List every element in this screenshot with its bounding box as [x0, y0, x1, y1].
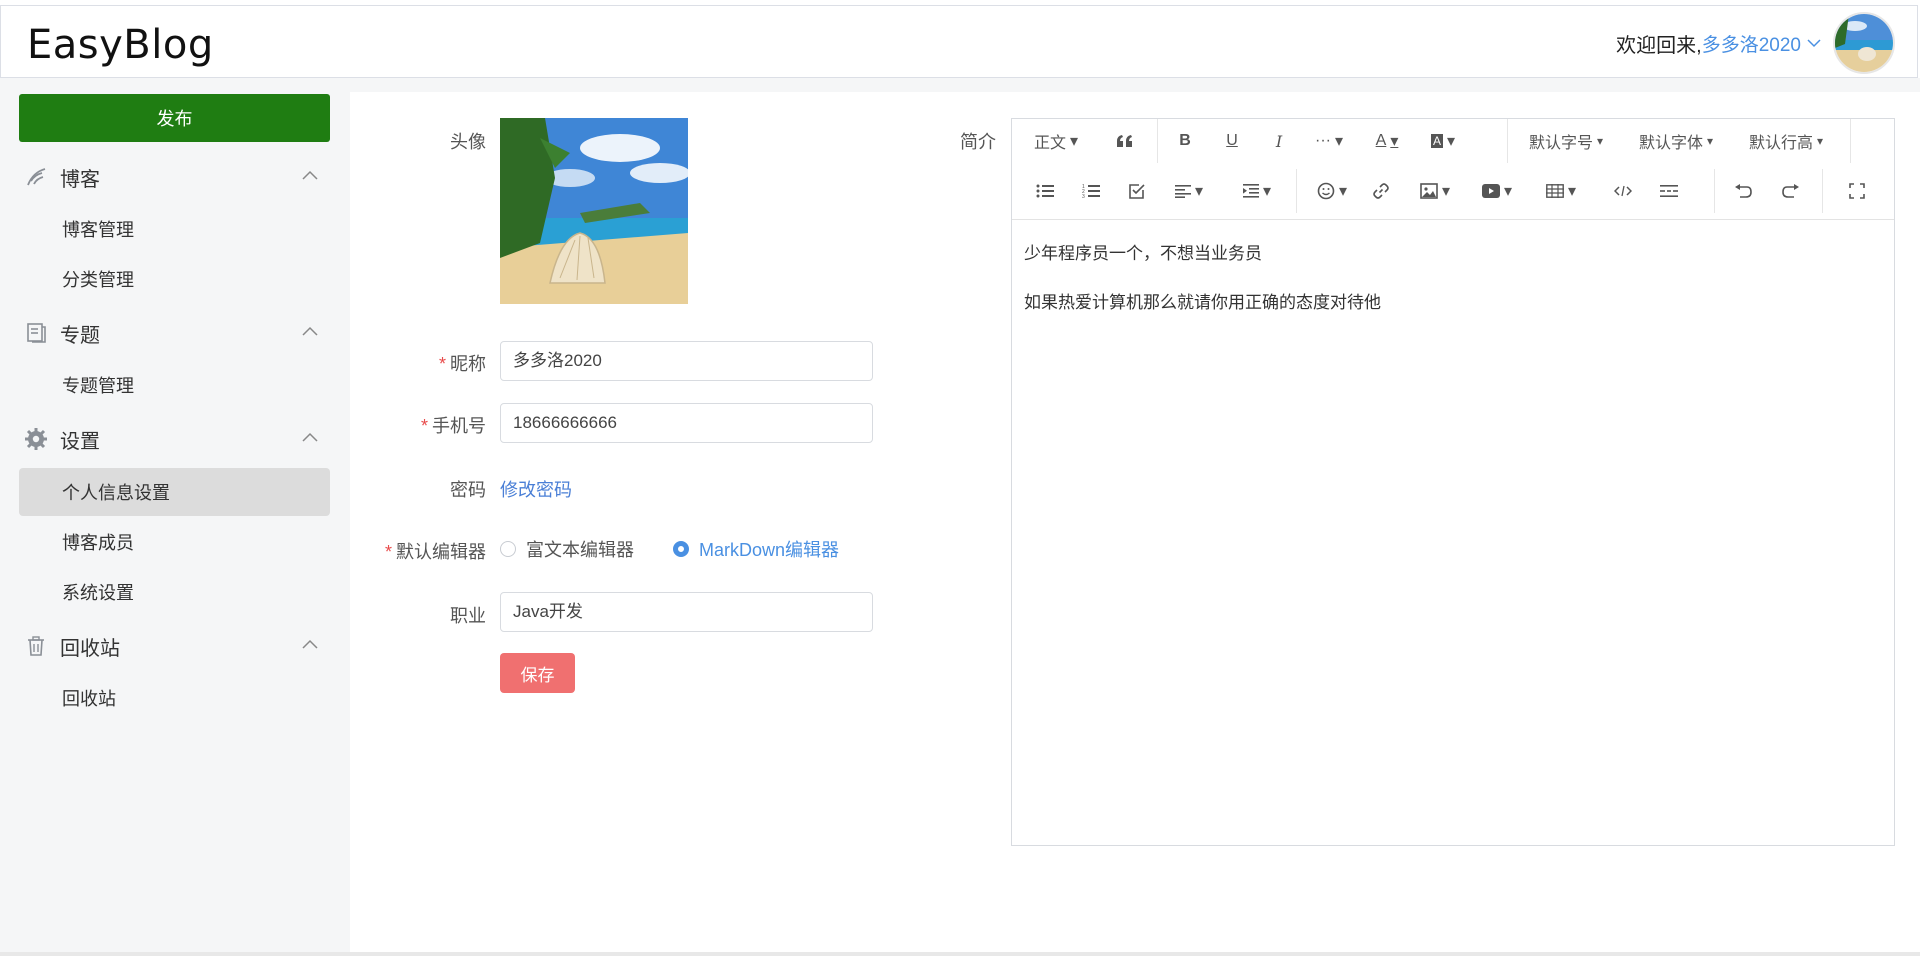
editor-paragraph: 少年程序员一个，不想当业务员 — [1024, 244, 1262, 263]
sidebar-item-recycle-bin[interactable]: 回收站 — [19, 674, 330, 722]
bullet-list-icon[interactable] — [1030, 169, 1060, 213]
blog-icon — [27, 168, 46, 186]
editor-toolbar: 正文 ▾ B U I ··· ▾ A ▾ A ▾ 默认字号 ▾ 默认字体 ▾ 默认行高 ▾ 1… — [1012, 119, 1894, 220]
phone-field[interactable]: 18666666666 — [500, 403, 873, 443]
sidebar-item-label: 个人信息设置 — [62, 483, 170, 503]
sidebar-item-label: 专题管理 — [62, 376, 134, 396]
font-color-icon[interactable]: A ▾ — [1368, 119, 1406, 163]
sidebar-item-label: 博客管理 — [62, 220, 134, 240]
table-icon[interactable]: ▾ — [1542, 169, 1580, 213]
redo-icon[interactable] — [1776, 169, 1806, 213]
chevron-up-icon — [302, 432, 318, 442]
bold-icon[interactable]: B — [1168, 119, 1202, 163]
save-button[interactable]: 保存 — [500, 653, 575, 693]
bottom-scrollbar[interactable] — [0, 952, 1920, 956]
app-logo: EasyBlog — [27, 22, 214, 68]
line-height-dropdown[interactable]: 默认行高 ▾ — [1744, 119, 1828, 163]
default-editor-label: * 默认编辑器 — [384, 542, 486, 562]
sidebar-group-title: 设置 — [60, 430, 100, 453]
sidebar-item-label: 分类管理 — [62, 270, 134, 290]
username-dropdown[interactable]: 多多洛2020 — [1702, 30, 1801, 57]
topic-icon — [27, 323, 46, 343]
indent-icon[interactable]: ▾ — [1238, 169, 1276, 213]
publish-button[interactable]: 发布 — [19, 94, 330, 142]
phone-label: * 手机号 — [420, 416, 486, 436]
avatar-upload[interactable] — [500, 118, 688, 304]
sidebar-group-blog[interactable]: 博客 — [0, 152, 350, 202]
sidebar-item-category-manage[interactable]: 分类管理 — [19, 255, 330, 303]
todo-checkbox-icon[interactable] — [1122, 169, 1152, 213]
emoji-icon[interactable]: ▾ — [1314, 169, 1350, 213]
chevron-up-icon — [302, 639, 318, 649]
change-password-link[interactable]: 修改密码 — [500, 476, 572, 502]
editor-paragraph: 如果热爱计算机那么就请你用正确的态度对待他 — [1024, 293, 1381, 312]
job-label: 职业 — [450, 606, 486, 626]
italic-icon[interactable]: I — [1262, 119, 1296, 163]
sidebar-group-topic[interactable]: 专题 — [0, 308, 350, 358]
intro-label: 简介 — [960, 132, 996, 152]
sidebar-item-label: 回收站 — [62, 689, 116, 709]
radio-circle[interactable] — [673, 541, 689, 557]
radio-circle[interactable] — [500, 541, 516, 557]
sidebar-group-title: 博客 — [60, 168, 100, 191]
more-style-icon[interactable]: ··· ▾ — [1310, 119, 1348, 163]
trash-icon — [28, 636, 44, 656]
sidebar-item-blog-manage[interactable]: 博客管理 — [19, 205, 330, 253]
top-header: EasyBlog 欢迎回来, 多多洛2020 — [0, 5, 1918, 78]
sidebar-group-recycle[interactable]: 回收站 — [0, 621, 350, 671]
radio-markdown-editor[interactable]: MarkDown编辑器 — [673, 536, 839, 562]
chevron-up-icon — [302, 326, 318, 336]
numbered-list-icon[interactable]: 123 — [1076, 169, 1106, 213]
font-size-dropdown[interactable]: 默认字号 ▾ — [1524, 119, 1608, 163]
main-top-strip — [350, 78, 1920, 92]
password-label: 密码 — [450, 480, 486, 500]
job-field[interactable]: Java开发 — [500, 592, 873, 632]
image-icon[interactable]: ▾ — [1416, 169, 1454, 213]
background-color-icon[interactable]: A ▾ — [1424, 119, 1462, 163]
undo-icon[interactable] — [1728, 169, 1758, 213]
fullscreen-icon[interactable] — [1842, 169, 1872, 213]
sidebar-item-profile-settings[interactable]: 个人信息设置 — [19, 468, 330, 516]
quote-icon[interactable] — [1108, 119, 1142, 163]
sidebar-group-title: 专题 — [60, 324, 100, 347]
nickname-label: * 昵称 — [438, 354, 486, 374]
sidebar-item-label: 系统设置 — [62, 583, 134, 603]
align-icon[interactable]: ▾ — [1170, 169, 1208, 213]
svg-text:3: 3 — [1082, 194, 1085, 199]
font-family-dropdown[interactable]: 默认字体 ▾ — [1634, 119, 1718, 163]
sidebar-item-topic-manage[interactable]: 专题管理 — [19, 361, 330, 409]
chevron-up-icon — [302, 170, 318, 180]
avatar[interactable] — [1833, 12, 1895, 74]
code-icon[interactable] — [1608, 169, 1638, 213]
user-area: 欢迎回来, 多多洛2020 — [1616, 12, 1895, 74]
sidebar-item-system-settings[interactable]: 系统设置 — [19, 568, 330, 616]
sidebar-item-blog-members[interactable]: 博客成员 — [19, 518, 330, 566]
editor-content[interactable]: 少年程序员一个，不想当业务员 如果热爱计算机那么就请你用正确的态度对待他 — [1024, 239, 1381, 337]
radio-rich-text-editor[interactable]: 富文本编辑器 — [500, 536, 634, 562]
sidebar: 发布 博客 博客管理 分类管理 专题 专题管理 设置 个人信息设置 博客成员 系… — [0, 78, 350, 956]
avatar-label: 头像 — [450, 132, 486, 152]
paragraph-dropdown[interactable]: 正文 ▾ — [1024, 119, 1088, 163]
divider-icon[interactable] — [1654, 169, 1684, 213]
nickname-field[interactable]: 多多洛2020 — [500, 341, 873, 381]
chevron-down-icon[interactable] — [1807, 38, 1821, 48]
welcome-text: 欢迎回来, — [1616, 34, 1702, 57]
link-icon[interactable] — [1366, 169, 1396, 213]
radio-label: 富文本编辑器 — [526, 540, 634, 560]
gear-icon — [25, 428, 47, 450]
radio-label: MarkDown编辑器 — [699, 540, 840, 560]
sidebar-group-settings[interactable]: 设置 — [0, 414, 350, 464]
video-icon[interactable]: ▾ — [1478, 169, 1516, 213]
rich-text-editor[interactable]: 正文 ▾ B U I ··· ▾ A ▾ A ▾ 默认字号 ▾ 默认字体 ▾ 默认行高 ▾ 1… — [1011, 118, 1895, 846]
sidebar-group-title: 回收站 — [60, 637, 120, 660]
underline-icon[interactable]: U — [1215, 119, 1249, 163]
sidebar-item-label: 博客成员 — [62, 533, 134, 553]
